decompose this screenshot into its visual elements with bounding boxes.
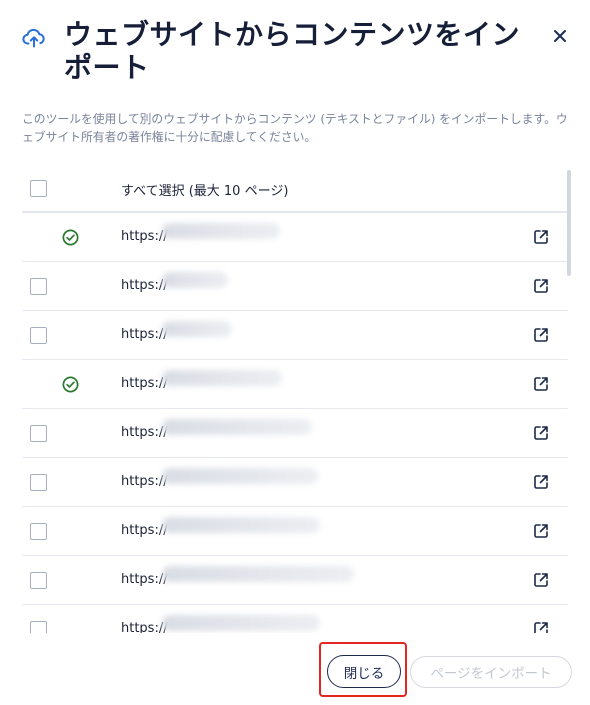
redacted-path <box>162 223 280 239</box>
page-url: https:// <box>121 474 168 489</box>
redacted-path <box>162 419 312 435</box>
row-checkbox[interactable] <box>30 327 47 344</box>
list-item[interactable]: https:// <box>22 262 568 311</box>
list-item[interactable]: https:// <box>22 311 568 360</box>
page-url: https:// <box>121 327 168 342</box>
external-link-icon[interactable] <box>532 522 550 540</box>
page-url: https:// <box>121 523 168 538</box>
close-dialog-button[interactable] <box>548 24 572 48</box>
page-list[interactable]: すべて選択 (最大 10 ページ) https:// https:// http… <box>22 164 568 633</box>
page-url: https:// <box>121 572 168 587</box>
external-link-icon[interactable] <box>532 473 550 491</box>
list-item[interactable]: https:// <box>22 507 568 556</box>
close-icon <box>554 30 566 42</box>
select-all-checkbox[interactable] <box>30 180 47 197</box>
redacted-path <box>162 566 354 582</box>
list-item[interactable]: https:// <box>22 458 568 507</box>
row-checkbox[interactable] <box>30 474 47 491</box>
row-checkbox[interactable] <box>30 425 47 442</box>
redacted-path <box>162 321 232 337</box>
redacted-path <box>162 468 318 484</box>
redacted-path <box>162 370 282 386</box>
external-link-icon[interactable] <box>532 424 550 442</box>
external-link-icon[interactable] <box>532 375 550 393</box>
list-item[interactable]: https:// <box>22 360 568 409</box>
list-item[interactable]: https:// <box>22 605 568 633</box>
external-link-icon[interactable] <box>532 277 550 295</box>
page-url: https:// <box>121 278 168 293</box>
redacted-path <box>162 615 320 631</box>
list-item[interactable]: https:// <box>22 409 568 458</box>
close-button[interactable]: 閉じる <box>327 655 401 688</box>
check-circle-icon <box>62 229 79 246</box>
import-dialog: ウェブサイトからコンテンツをインポート このツールを使用して別のウェブサイトから… <box>0 0 590 705</box>
row-checkbox[interactable] <box>30 523 47 540</box>
external-link-icon[interactable] <box>532 571 550 589</box>
page-url: https:// <box>121 621 168 633</box>
page-url: https:// <box>121 376 168 391</box>
select-all-row[interactable]: すべて選択 (最大 10 ページ) <box>22 164 568 213</box>
external-link-icon[interactable] <box>532 620 550 633</box>
external-link-icon[interactable] <box>532 326 550 344</box>
check-circle-icon <box>62 376 79 393</box>
external-link-icon[interactable] <box>532 228 550 246</box>
page-url: https:// <box>121 229 168 244</box>
row-checkbox[interactable] <box>30 621 47 633</box>
dialog-description: このツールを使用して別のウェブサイトからコンテンツ (テキストとファイル) をイ… <box>22 112 568 144</box>
list-item[interactable]: https:// <box>22 556 568 605</box>
row-checkbox[interactable] <box>30 572 47 589</box>
redacted-path <box>162 517 320 533</box>
page-url: https:// <box>121 425 168 440</box>
select-all-label: すべて選択 (最大 10 ページ) <box>121 184 289 199</box>
dialog-title: ウェブサイトからコンテンツをインポート <box>64 18 521 84</box>
list-item[interactable]: https:// <box>22 213 568 262</box>
redacted-path <box>162 272 228 288</box>
import-pages-button[interactable]: ページをインポート <box>410 656 572 688</box>
list-scrollbar-thumb[interactable] <box>567 170 571 276</box>
row-checkbox[interactable] <box>30 278 47 295</box>
upload-cloud-icon <box>22 28 45 48</box>
